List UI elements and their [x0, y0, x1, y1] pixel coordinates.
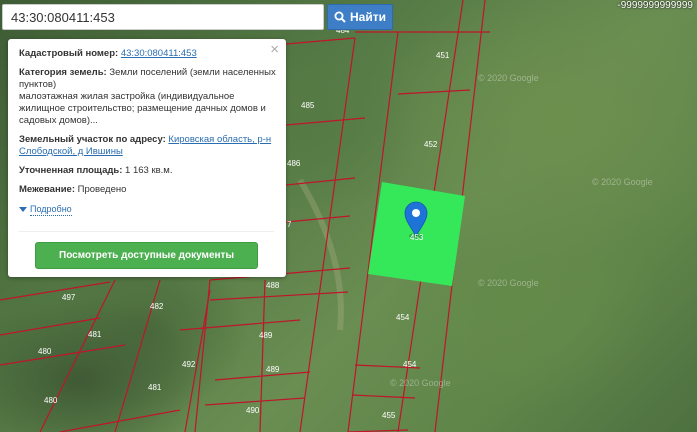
triangle-down-icon	[19, 207, 27, 212]
parcel-label-490: 490	[246, 406, 260, 415]
survey-label: Межевание:	[19, 184, 75, 195]
parcel-label-481a: 481	[88, 330, 102, 339]
parcel-label-455: 455	[382, 411, 396, 420]
popup-divider	[19, 231, 274, 232]
permitted-use-text: малоэтажная жилая застройка (индивидуаль…	[19, 91, 266, 126]
search-icon	[334, 11, 346, 23]
address-label: Земельный участок по адресу:	[19, 134, 166, 145]
parcel-label-480a: 480	[38, 347, 52, 356]
address-row: Земельный участок по адресу: Кировская о…	[19, 134, 276, 158]
land-category-label: Категория земель:	[19, 67, 107, 78]
parcel-label-489a: 489	[259, 331, 273, 340]
map-attribution: © 2020 Google	[478, 278, 539, 288]
parcel-label-486: 486	[287, 159, 301, 168]
search-button[interactable]: Найти	[327, 4, 393, 30]
cadastral-number-row: Кадастровый номер: 43:30:080411:453	[19, 48, 276, 60]
close-icon[interactable]: ×	[270, 42, 279, 58]
area-row: Уточненная площадь: 1 163 кв.м.	[19, 165, 276, 177]
parcel-label-485: 485	[301, 101, 315, 110]
parcel-info-popup: × Кадастровый номер: 43:30:080411:453 Ка…	[8, 39, 286, 277]
parcel-label-482: 482	[150, 302, 164, 311]
parcel-label-497: 497	[62, 293, 76, 302]
parcel-label-481b: 481	[148, 383, 162, 392]
details-toggle-label: Подробно	[30, 204, 72, 216]
parcel-label-480b: 480	[44, 396, 58, 405]
map-attribution: © 2020 Google	[478, 73, 539, 83]
details-toggle[interactable]: Подробно	[19, 203, 276, 216]
area-value: 1 163 кв.м.	[125, 165, 173, 176]
parcel-label-488: 488	[266, 281, 280, 290]
cadastral-number-label: Кадастровый номер:	[19, 48, 119, 59]
parcel-label-487: 7	[287, 220, 292, 229]
coordinate-readout: -9999999999999	[617, 0, 693, 11]
parcel-label-492: 492	[182, 360, 196, 369]
parcel-label-452: 452	[424, 140, 438, 149]
parcel-label-489b: 489	[266, 365, 280, 374]
area-label: Уточненная площадь:	[19, 165, 123, 176]
parcel-label-451: 451	[436, 51, 450, 60]
survey-value: Проведено	[77, 184, 127, 195]
search-button-label: Найти	[350, 10, 386, 24]
map-attribution: © 2020 Google	[390, 378, 451, 388]
cadastral-number-link[interactable]: 43:30:080411:453	[121, 48, 197, 59]
land-category-row: Категория земель: Земли поселений (земли…	[19, 67, 276, 127]
parcel-label-454a: 454	[396, 313, 410, 322]
parcel-label-453: 453	[410, 233, 424, 242]
survey-row: Межевание: Проведено	[19, 184, 276, 196]
parcel-label-454b: 454	[403, 360, 417, 369]
map-attribution: © 2020 Google	[592, 177, 653, 187]
search-field[interactable]	[2, 4, 324, 30]
search-input[interactable]	[3, 5, 323, 29]
view-documents-button[interactable]: Посмотреть доступные документы	[35, 242, 258, 269]
